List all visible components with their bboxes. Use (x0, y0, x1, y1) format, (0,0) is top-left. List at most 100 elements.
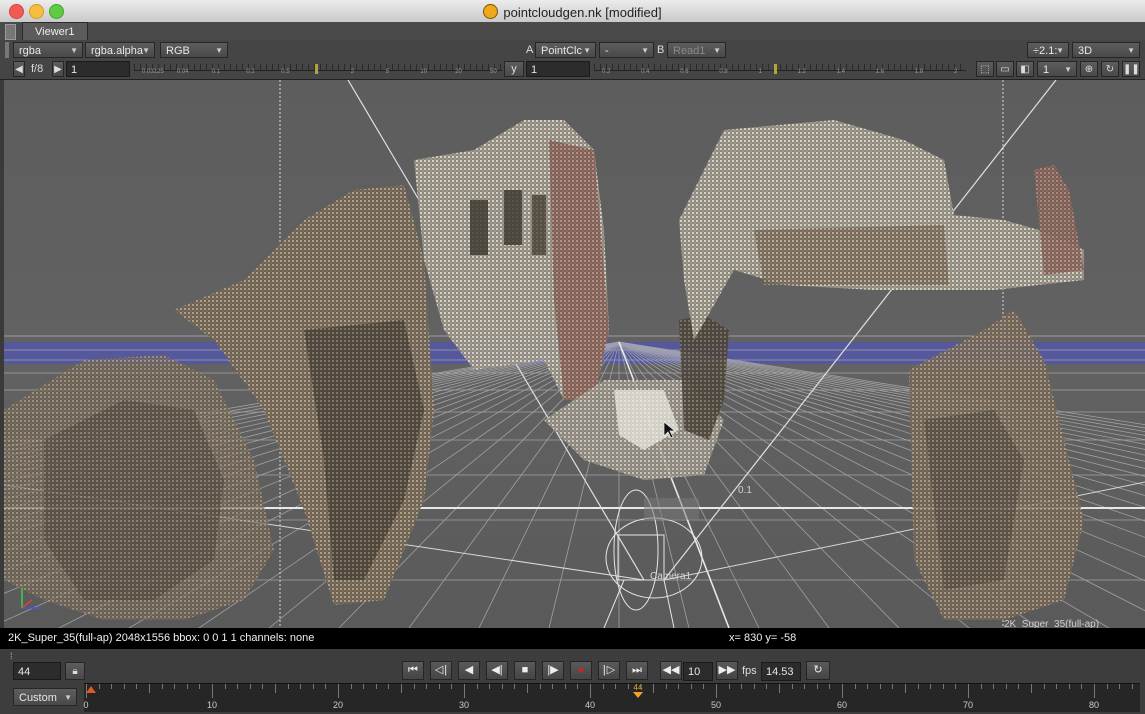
gamma-toggle-button[interactable]: y (504, 61, 524, 77)
timeline-tick (413, 684, 415, 689)
timeline-tick (753, 684, 755, 689)
stop-button[interactable]: ■ (514, 661, 536, 680)
current-frame-marker[interactable]: 44 (633, 683, 645, 698)
view-mode-dropdown[interactable]: 3D ▼ (1072, 42, 1140, 58)
viewer-3d-viewport[interactable]: Camera1 0.1 2K_Super_35(full-ap) (4, 80, 1145, 628)
timeline-tick (653, 684, 654, 693)
chevron-down-icon: ▼ (641, 46, 649, 55)
timeline-tick (98, 684, 100, 689)
gain-field[interactable]: 1 (66, 61, 130, 77)
timeline-ruler[interactable]: 44 0 10 20 30 40 50 60 70 80 (83, 683, 1140, 712)
timeline-frame-label: 60 (836, 700, 848, 710)
frame-increment-field[interactable]: 10 (683, 662, 713, 681)
in-point-marker-icon[interactable] (86, 686, 96, 693)
timeline-tick (804, 684, 806, 689)
current-frame-field[interactable]: 44 (13, 662, 61, 680)
slider-tick-label: 2 (350, 69, 355, 75)
timeline-tick (338, 684, 339, 698)
timeline-tick (224, 684, 226, 689)
compare-mode-dropdown[interactable]: - ▼ (599, 42, 654, 58)
timeline-frame-label: 10 (206, 700, 218, 710)
timeline-tick (766, 684, 768, 689)
slider-tick-label: 1 (758, 69, 762, 75)
alpha-channel-dropdown[interactable]: rgba.alpha ▼ (85, 42, 155, 58)
fstop-increase-button[interactable]: ▶ (52, 61, 64, 77)
timeline-tick (816, 684, 818, 689)
gamma-slider-knob[interactable] (774, 64, 777, 74)
pause-icon[interactable]: ❚❚ (1122, 61, 1140, 77)
slider-tick-label: 5 (385, 69, 389, 75)
timeline-tick (1081, 684, 1083, 689)
input-b-label: B (657, 44, 665, 56)
timeline-tick (867, 684, 869, 689)
timeline-tick (237, 684, 239, 689)
skip-forward-increment-button[interactable]: ▶▶ (716, 661, 738, 680)
timeline-tick (489, 684, 491, 689)
timeline-tick (174, 684, 176, 689)
toolbar-grip[interactable] (5, 42, 9, 58)
zoom-dropdown[interactable]: ÷2.1: ▼ (1027, 42, 1069, 58)
gamma-field[interactable]: 1 (526, 61, 590, 77)
panel-menu-handle[interactable] (5, 24, 16, 40)
proxy-level-value: 1 (1043, 64, 1050, 76)
slider-tick-label: 0.2 (246, 69, 255, 75)
timeline-tick (1106, 684, 1108, 689)
timeline-tick (955, 684, 957, 689)
format-label: 2K_Super_35(full-ap) (1004, 619, 1099, 628)
slider-tick-label: 10 (420, 69, 428, 75)
lock-icon[interactable]: 🔒︎ (65, 662, 85, 680)
timeline-tick (501, 684, 503, 689)
chevron-down-icon: ▼ (64, 693, 72, 702)
refresh-icon[interactable]: ↻ (1101, 61, 1119, 77)
previous-keyframe-button[interactable]: ◁ | (430, 661, 452, 680)
timeline-tick (1094, 684, 1095, 698)
roi-icon[interactable]: ⬚ (976, 61, 994, 77)
input-a-dropdown[interactable]: PointClc ▼ (535, 42, 596, 58)
record-button[interactable]: ● (570, 661, 592, 680)
clipping-warning-icon[interactable]: ▭ (996, 61, 1014, 77)
slider-tick-label: 1.2 (797, 69, 806, 75)
gain-slider[interactable]: 0.03125 0.04 0.1 0.2 0.5 1 2 5 10 20 50 (134, 61, 502, 77)
input-b-dropdown[interactable]: Read1 ▼ (667, 42, 726, 58)
timeline-tick (640, 684, 642, 689)
timeline-tick (287, 684, 289, 689)
chevron-down-icon: ▼ (142, 46, 150, 55)
gamma-slider[interactable]: 0.2 0.4 0.6 0.8 1 1.2 1.4 1.6 1.8 2 (594, 61, 966, 77)
timeline-tick (615, 684, 617, 689)
display-channel-dropdown[interactable]: RGB ▼ (160, 42, 228, 58)
alpha-channel-value: rgba.alpha (91, 45, 143, 57)
slider-tick-label: 0.5 (281, 69, 290, 75)
play-backward-button[interactable]: ◀| (486, 661, 508, 680)
proxy-level-dropdown[interactable]: 1 ▼ (1037, 61, 1077, 77)
loop-icon[interactable]: ↻ (806, 661, 830, 680)
timeline-frame-label: 70 (962, 700, 974, 710)
slider-tick-label: 0.4 (641, 69, 650, 75)
current-frame-marker-label: 44 (633, 683, 643, 692)
fps-field[interactable]: 14.53 (761, 662, 801, 681)
timeline-tick (980, 684, 982, 689)
input-a-value: PointClc (541, 45, 582, 57)
timeline-tick (879, 684, 881, 689)
window-title: pointcloudgen.nk [modified] (0, 4, 1145, 20)
splitter-dots-icon[interactable]: ⁞ (10, 651, 13, 661)
first-frame-button[interactable]: ⏮ (402, 661, 424, 680)
tab-viewer1[interactable]: Viewer1 (22, 22, 88, 41)
grid-label: 0.1 (738, 485, 752, 496)
timeline-tick (514, 684, 516, 689)
proxy-icon[interactable]: ◧ (1016, 61, 1034, 77)
skip-back-increment-button[interactable]: ◀◀ (660, 661, 682, 680)
frame-range-dropdown[interactable]: Custom ▼ (13, 688, 77, 706)
timeline-tick (1018, 684, 1020, 689)
play-forward-button[interactable]: |▶ (542, 661, 564, 680)
timeline-tick (300, 684, 302, 689)
timeline-tick (262, 684, 264, 689)
fstop-decrease-button[interactable]: ◀ (13, 61, 25, 77)
next-keyframe-button[interactable]: | ▷ (598, 661, 620, 680)
slider-tick-label: 0.8 (719, 69, 728, 75)
timeline-tick (779, 684, 780, 693)
viewer-toolbar-bottom: ◀ f/8 ▶ 1 0.03125 0.04 0.1 0.2 0.5 1 2 5 10 20 50 … (0, 60, 1145, 80)
channels-dropdown[interactable]: rgba ▼ (13, 42, 83, 58)
target-icon[interactable]: ⊕ (1080, 61, 1098, 77)
last-frame-button[interactable]: ⏭ (626, 661, 648, 680)
previous-frame-button[interactable]: ◀ (458, 661, 480, 680)
